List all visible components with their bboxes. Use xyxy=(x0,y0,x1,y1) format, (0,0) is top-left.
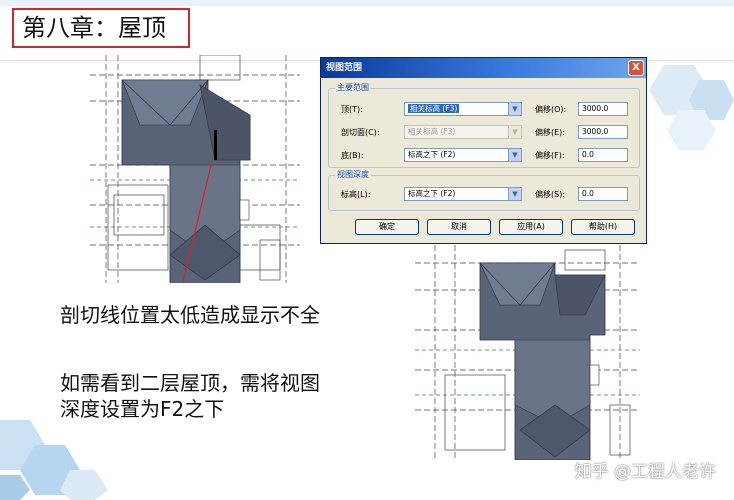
bottom-offset-label: 偏移(F): xyxy=(535,151,565,160)
note-section-too-low: 剖切线位置太低造成显示不全 xyxy=(60,303,320,327)
cut-plane-label: 剖切面(C): xyxy=(341,128,380,137)
view-range-dialog: 视图范围 X 主要范围 顶(T): 相关标高 (F3) ▼ 偏移(O): 300… xyxy=(320,57,647,244)
chevron-down-icon[interactable]: ▼ xyxy=(508,103,521,115)
top-label: 顶(T): xyxy=(341,105,363,114)
level-offset-label: 偏移(S): xyxy=(535,190,566,199)
top-offset-label: 偏移(O): xyxy=(535,105,567,114)
close-icon[interactable]: X xyxy=(628,60,644,76)
dialog-title: 视图范围 xyxy=(326,63,363,73)
cut-offset-input[interactable]: 3000.0 xyxy=(578,125,628,139)
note-view-depth-line1: 如需看到二层屋顶，需将视图 xyxy=(60,371,320,395)
top-offset-input[interactable]: 3000.0 xyxy=(578,102,628,116)
bottom-offset-input[interactable]: 0.0 xyxy=(578,148,628,162)
top-level-select[interactable]: 相关标高 (F3) ▼ xyxy=(404,102,522,116)
ok-button[interactable]: 确定 xyxy=(355,219,419,235)
cut-plane-value: 相关标高 (F3) xyxy=(408,127,456,136)
help-button[interactable]: 帮助(H) xyxy=(571,219,635,235)
bottom-level-value: 标高之下 (F2) xyxy=(408,150,456,159)
cut-offset-label: 偏移(E): xyxy=(535,128,565,137)
depth-level-select[interactable]: 标高之下 (F2) ▼ xyxy=(404,187,522,201)
bottom-label: 底(B): xyxy=(341,151,364,160)
chevron-down-icon[interactable]: ▼ xyxy=(508,126,521,138)
dialog-titlebar[interactable]: 视图范围 X xyxy=(321,58,646,78)
view-depth-label: 视图深度 xyxy=(335,169,371,180)
cancel-button[interactable]: 取消 xyxy=(427,219,491,235)
bottom-level-select[interactable]: 标高之下 (F2) ▼ xyxy=(404,148,522,162)
level-label: 标高(L): xyxy=(341,190,371,199)
floor-plan-roof-incomplete xyxy=(90,55,300,283)
primary-range-label: 主要范围 xyxy=(335,82,371,93)
floor-plan-roof-complete xyxy=(415,245,640,460)
note-view-depth-line2: 深度设置为F2之下 xyxy=(60,397,225,421)
top-decor-stripe xyxy=(0,0,734,6)
chevron-down-icon[interactable]: ▼ xyxy=(508,149,521,161)
slide-title: 第八章：屋顶 xyxy=(12,8,190,48)
top-level-value: 相关标高 (F3) xyxy=(408,104,460,113)
watermark: 知乎 @工程人老许 xyxy=(574,462,716,482)
apply-button[interactable]: 应用(A) xyxy=(499,219,563,235)
level-offset-input[interactable]: 0.0 xyxy=(578,187,628,201)
depth-level-value: 标高之下 (F2) xyxy=(408,189,456,198)
cut-plane-select[interactable]: 相关标高 (F3) ▼ xyxy=(404,125,522,139)
chevron-down-icon[interactable]: ▼ xyxy=(508,188,521,200)
